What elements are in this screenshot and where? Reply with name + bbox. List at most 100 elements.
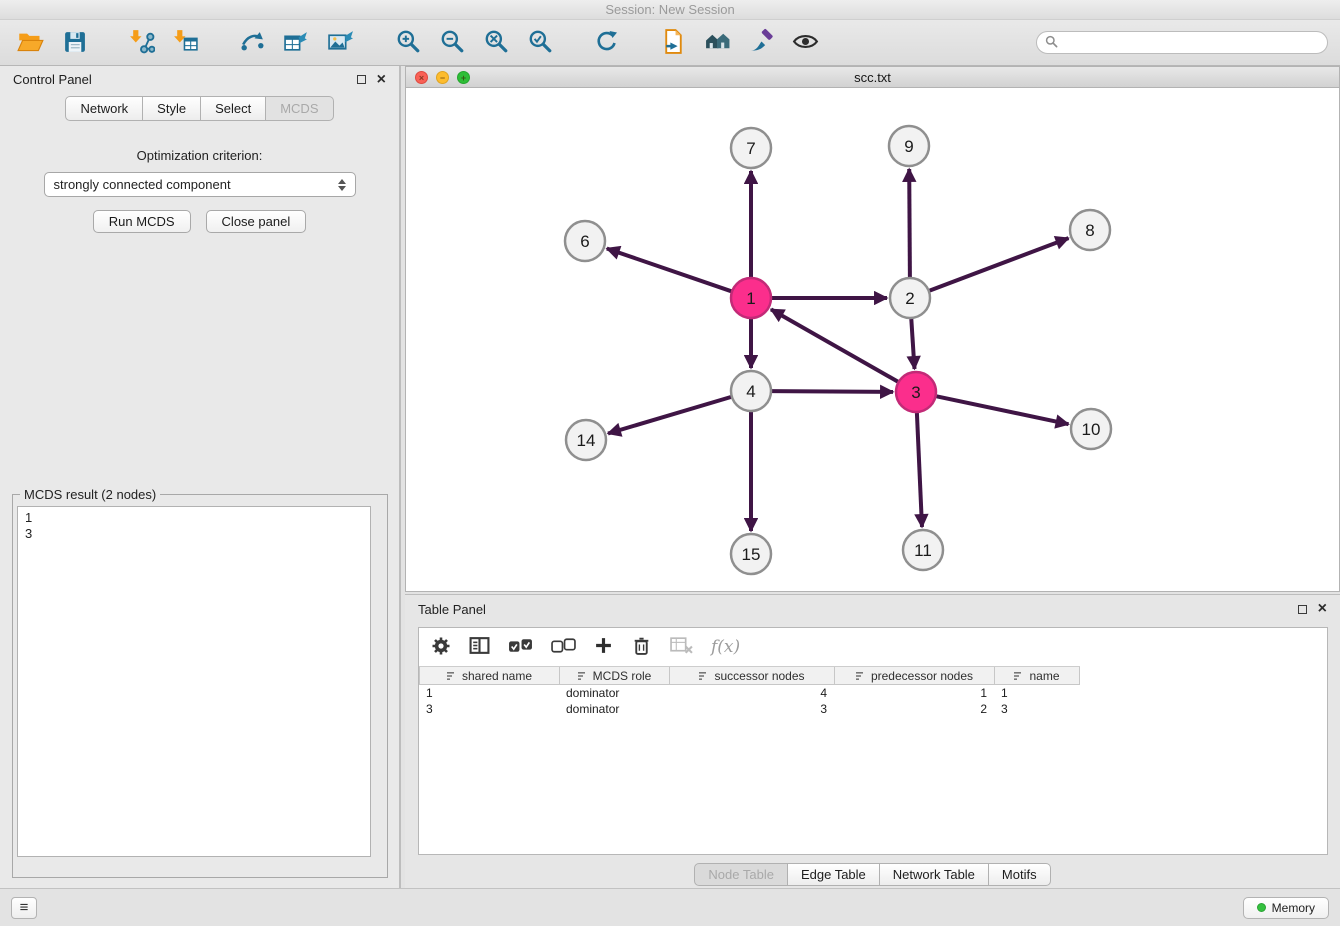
show-hide-button[interactable] (787, 24, 824, 61)
apply-layout-button[interactable] (588, 24, 625, 61)
memory-button-label: Memory (1272, 901, 1315, 915)
search-icon (1045, 35, 1058, 51)
edge-3-1[interactable] (771, 309, 898, 381)
window-titlebar[interactable]: Session: New Session (0, 0, 1340, 20)
node-3[interactable]: 3 (896, 372, 936, 412)
table-row[interactable]: 1dominator411 (419, 685, 1327, 701)
node-11[interactable]: 11 (903, 530, 943, 570)
edge-2-9[interactable] (909, 169, 910, 277)
node-14[interactable]: 14 (566, 420, 606, 460)
function-builder-button[interactable]: f(x) (711, 637, 740, 657)
tab-mcds[interactable]: MCDS (266, 96, 333, 121)
home-networks-button[interactable] (699, 24, 736, 61)
result-item[interactable]: 1 (25, 510, 363, 526)
float-table-panel-icon[interactable] (1298, 605, 1307, 614)
edge-1-6[interactable] (607, 249, 731, 292)
save-session-button[interactable] (56, 24, 93, 61)
table-header-row: shared nameMCDS rolesuccessor nodesprede… (419, 666, 1080, 685)
tab-network[interactable]: Network (65, 96, 143, 121)
table-cell: 3 (669, 701, 834, 717)
memory-button[interactable]: Memory (1243, 897, 1329, 919)
table-cell: 1 (419, 685, 559, 701)
edge-4-3[interactable] (772, 391, 893, 392)
export-table-icon (283, 28, 310, 58)
unselect-all-columns-button[interactable] (551, 637, 576, 657)
search-input[interactable] (1063, 36, 1319, 50)
node-8[interactable]: 8 (1070, 210, 1110, 250)
svg-text:2: 2 (905, 289, 914, 308)
import-network-button[interactable] (123, 24, 160, 61)
search-box[interactable] (1036, 31, 1328, 54)
close-panel-icon[interactable]: × (377, 72, 386, 88)
tab-select[interactable]: Select (201, 96, 266, 121)
column-header[interactable]: MCDS role (560, 667, 670, 684)
tab-style[interactable]: Style (143, 96, 201, 121)
tab-node-table[interactable]: Node Table (694, 863, 788, 886)
table-cell: dominator (559, 685, 669, 701)
import-table-button[interactable] (167, 24, 204, 61)
open-file-button[interactable] (12, 24, 49, 61)
tab-edge-table[interactable]: Edge Table (788, 863, 880, 886)
zoom-in-icon (395, 28, 421, 57)
column-header[interactable]: successor nodes (670, 667, 835, 684)
mcds-result-list[interactable]: 13 (17, 506, 371, 857)
run-mcds-button[interactable]: Run MCDS (93, 210, 191, 233)
export-network-button[interactable] (234, 24, 271, 61)
zoom-selected-icon (527, 28, 553, 57)
export-image-button[interactable] (322, 24, 359, 61)
column-header[interactable]: name (995, 667, 1080, 684)
criterion-select[interactable]: strongly connected component (44, 172, 356, 197)
network-canvas[interactable]: 1 2 3 4 6 7 8 9 10 11 14 15 (406, 88, 1339, 591)
table-cell: 3 (419, 701, 559, 717)
zoom-selected-button[interactable] (521, 24, 558, 61)
node-7[interactable]: 7 (731, 128, 771, 168)
columns-icon (469, 644, 490, 659)
minimize-window-icon[interactable]: − (436, 71, 449, 84)
zoom-in-button[interactable] (389, 24, 426, 61)
table-cell: 4 (669, 685, 834, 701)
export-table-button[interactable] (278, 24, 315, 61)
node-9[interactable]: 9 (889, 126, 929, 166)
show-columns-button[interactable] (469, 635, 490, 659)
edge-3-10[interactable] (937, 396, 1069, 424)
close-window-icon[interactable]: × (415, 71, 428, 84)
node-15[interactable]: 15 (731, 534, 771, 574)
maximize-window-icon[interactable]: + (457, 71, 470, 84)
mcds-result-group-title: MCDS result (2 nodes) (20, 487, 160, 502)
open-folder-icon (17, 28, 44, 58)
node-2[interactable]: 2 (890, 278, 930, 318)
create-column-button[interactable] (594, 636, 613, 659)
checked-boxes-icon (508, 642, 533, 657)
table-cell: 1 (994, 685, 1079, 701)
network-window-titlebar[interactable]: scc.txt × − + (406, 67, 1339, 88)
float-panel-icon[interactable] (357, 75, 366, 84)
zoom-fit-button[interactable] (477, 24, 514, 61)
edge-3-11[interactable] (917, 413, 922, 527)
close-table-panel-icon[interactable]: × (1318, 601, 1327, 617)
memory-status-dot-icon (1257, 903, 1266, 912)
svg-text:6: 6 (580, 232, 589, 251)
result-item[interactable]: 3 (25, 526, 363, 542)
column-header[interactable]: predecessor nodes (835, 667, 995, 684)
task-history-button[interactable]: ≡ (11, 897, 37, 919)
close-panel-button[interactable]: Close panel (206, 210, 307, 233)
table-settings-button[interactable] (431, 636, 451, 659)
table-row[interactable]: 3dominator323 (419, 701, 1327, 717)
node-4[interactable]: 4 (731, 371, 771, 411)
select-all-columns-button[interactable] (508, 637, 533, 657)
tab-motifs[interactable]: Motifs (989, 863, 1051, 886)
clone-network-button[interactable] (655, 24, 692, 61)
zoom-out-button[interactable] (433, 24, 470, 61)
column-header[interactable]: shared name (420, 667, 560, 684)
delete-column-button[interactable] (631, 635, 652, 659)
edge-4-14[interactable] (608, 397, 731, 434)
apply-style-button[interactable] (743, 24, 780, 61)
delete-table-icon (670, 643, 693, 658)
edge-2-3[interactable] (911, 319, 914, 369)
node-6[interactable]: 6 (565, 221, 605, 261)
node-10[interactable]: 10 (1071, 409, 1111, 449)
node-1[interactable]: 1 (731, 278, 771, 318)
tab-network-table[interactable]: Network Table (880, 863, 989, 886)
edge-2-8[interactable] (930, 238, 1069, 291)
delete-table-button[interactable] (670, 636, 693, 658)
